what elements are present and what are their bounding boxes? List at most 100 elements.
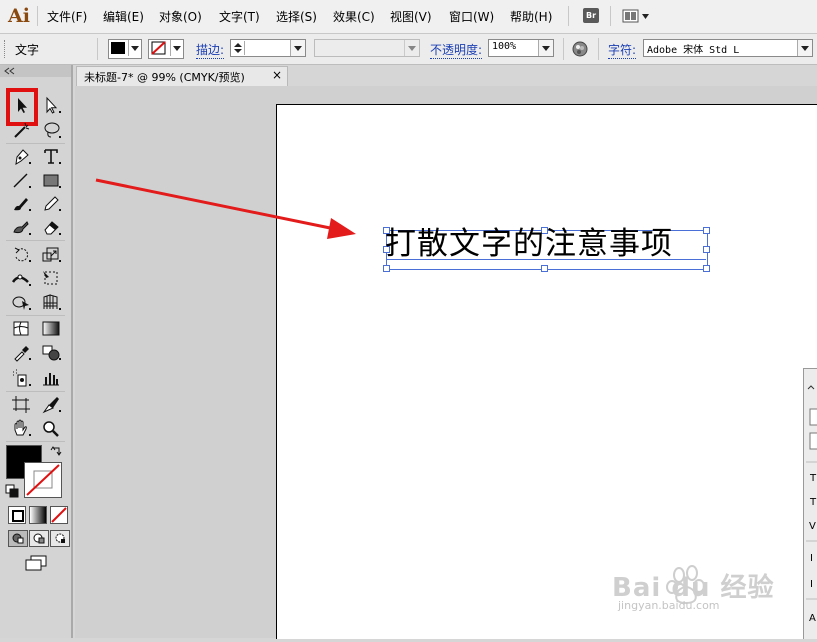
stroke-weight-input[interactable] [230, 39, 306, 57]
default-fill-stroke-icon[interactable] [5, 484, 19, 498]
draw-behind-button[interactable] [29, 530, 49, 547]
chevron-down-icon[interactable] [797, 40, 812, 56]
menu-help[interactable]: 帮助(H) [510, 8, 552, 25]
free-transform-tool-icon[interactable] [40, 268, 62, 288]
transform-handle[interactable] [383, 265, 390, 272]
width-tool-icon[interactable] [10, 268, 32, 288]
artboard-tool-icon[interactable] [10, 394, 32, 414]
column-graph-tool-icon[interactable] [40, 368, 62, 388]
svg-text:V: V [809, 521, 816, 532]
color-mode-button[interactable] [8, 506, 26, 524]
draw-inside-button[interactable] [50, 530, 70, 547]
svg-text:I: I [810, 553, 813, 564]
menu-view[interactable]: 视图(V) [390, 8, 432, 25]
variable-width-profile-dropdown[interactable] [314, 39, 420, 57]
tool-separator [6, 391, 65, 392]
fill-color-dropdown[interactable] [108, 39, 142, 59]
rotate-tool-icon[interactable] [10, 244, 32, 264]
menu-object[interactable]: 对象(O) [159, 8, 202, 25]
rectangle-tool-icon[interactable] [40, 170, 62, 190]
eyedropper-tool-icon[interactable] [10, 342, 32, 362]
control-divider [563, 38, 564, 60]
chevron-down-icon[interactable] [290, 40, 305, 56]
tools-panel-header[interactable] [0, 65, 71, 77]
canvas-text-object[interactable]: 打散文字的注意事项 [385, 224, 673, 264]
pen-tool-icon[interactable] [10, 146, 32, 166]
context-label: 文字 [15, 43, 40, 57]
watermark-url: jingyan.baidu.com [618, 599, 720, 612]
transform-handle[interactable] [541, 265, 548, 272]
arrange-documents-button[interactable] [622, 8, 650, 24]
draw-normal-button[interactable] [8, 530, 28, 547]
character-label-link[interactable]: 字符: [608, 41, 637, 59]
chevron-down-icon[interactable] [404, 40, 419, 56]
slice-tool-icon[interactable] [40, 394, 62, 414]
hand-tool-icon[interactable] [10, 418, 32, 438]
bridge-button[interactable]: Br [583, 8, 599, 23]
perspective-grid-tool-icon[interactable] [40, 292, 62, 312]
menu-select[interactable]: 选择(S) [276, 8, 317, 25]
draw-normal-icon [12, 533, 24, 544]
tool-separator [6, 441, 65, 442]
font-family-dropdown[interactable]: Adobe 宋体 Std L [643, 39, 813, 57]
document-tab-title: 未标题-7* @ 99% (CMYK/预览) [84, 71, 245, 84]
menu-divider [610, 6, 611, 26]
line-segment-tool-icon[interactable] [10, 170, 32, 190]
character-panel-icons: T T V I I A [806, 385, 817, 624]
baidu-watermark: Bai du 经验 jingyan.baidu.com [600, 555, 780, 628]
none-mode-button[interactable] [50, 506, 68, 524]
draw-behind-icon [33, 533, 45, 544]
no-stroke-icon [151, 41, 166, 55]
annotation-arrow-icon [95, 178, 356, 239]
stroke-color-swatch[interactable] [24, 462, 62, 498]
zoom-tool-icon[interactable] [40, 418, 62, 438]
menu-effect[interactable]: 效果(C) [333, 8, 375, 25]
stroke-color-dropdown[interactable] [148, 39, 184, 59]
menu-window[interactable]: 窗口(W) [449, 8, 494, 25]
chevron-down-icon [170, 40, 183, 56]
menu-type[interactable]: 文字(T) [219, 8, 260, 25]
symbol-sprayer-tool-icon[interactable] [10, 368, 32, 388]
mesh-tool-icon[interactable] [10, 318, 32, 338]
app-logo: Ai [8, 5, 30, 27]
svg-text:I: I [810, 579, 813, 590]
menu-edit[interactable]: 编辑(E) [103, 8, 144, 25]
close-icon[interactable]: × [272, 68, 282, 82]
stroke-label-link[interactable]: 描边: [196, 41, 225, 59]
pencil-tool-icon[interactable] [40, 193, 62, 213]
chevron-down-icon[interactable] [538, 40, 553, 56]
menu-bar: Ai 文件(F) 编辑(E) 对象(O) 文字(T) 选择(S) 效果(C) 视… [0, 0, 817, 34]
collapse-panel-icon[interactable] [4, 67, 16, 75]
fill-swatch [111, 42, 125, 54]
change-screen-mode-icon[interactable] [24, 555, 48, 571]
tool-separator [6, 240, 65, 241]
tool-separator [6, 143, 65, 144]
magic-wand-tool-icon[interactable] [10, 120, 32, 140]
menu-file[interactable]: 文件(F) [47, 8, 87, 25]
gradient-mode-button[interactable] [29, 506, 47, 524]
stepper-icon[interactable] [232, 41, 245, 55]
gradient-tool-icon[interactable] [40, 318, 62, 338]
opacity-label-link[interactable]: 不透明度: [430, 41, 483, 59]
recolor-artwork-icon[interactable] [572, 41, 588, 57]
svg-text:T: T [809, 473, 817, 484]
chevron-down-icon [128, 40, 141, 56]
lasso-tool-icon[interactable] [40, 120, 62, 140]
type-tool-icon[interactable] [40, 146, 62, 166]
none-icon [51, 507, 67, 523]
eraser-tool-icon[interactable] [40, 217, 62, 237]
panel-grip [4, 40, 8, 58]
transform-handle[interactable] [703, 246, 710, 253]
transform-handle[interactable] [703, 227, 710, 234]
opacity-dropdown[interactable]: 100% [488, 39, 554, 57]
tool-separator [6, 315, 65, 316]
control-bar: 文字 描边: 不透明度: 100% 字符: Adobe 宋体 Std L [0, 34, 817, 65]
transform-handle[interactable] [703, 265, 710, 272]
direct-selection-tool-icon[interactable] [40, 95, 62, 115]
swap-fill-stroke-icon[interactable] [50, 445, 62, 457]
blend-tool-icon[interactable] [40, 342, 62, 362]
scale-tool-icon[interactable] [40, 244, 62, 264]
shape-builder-tool-icon[interactable] [10, 292, 32, 312]
paintbrush-tool-icon[interactable] [10, 193, 32, 213]
blob-brush-tool-icon[interactable] [10, 217, 32, 237]
